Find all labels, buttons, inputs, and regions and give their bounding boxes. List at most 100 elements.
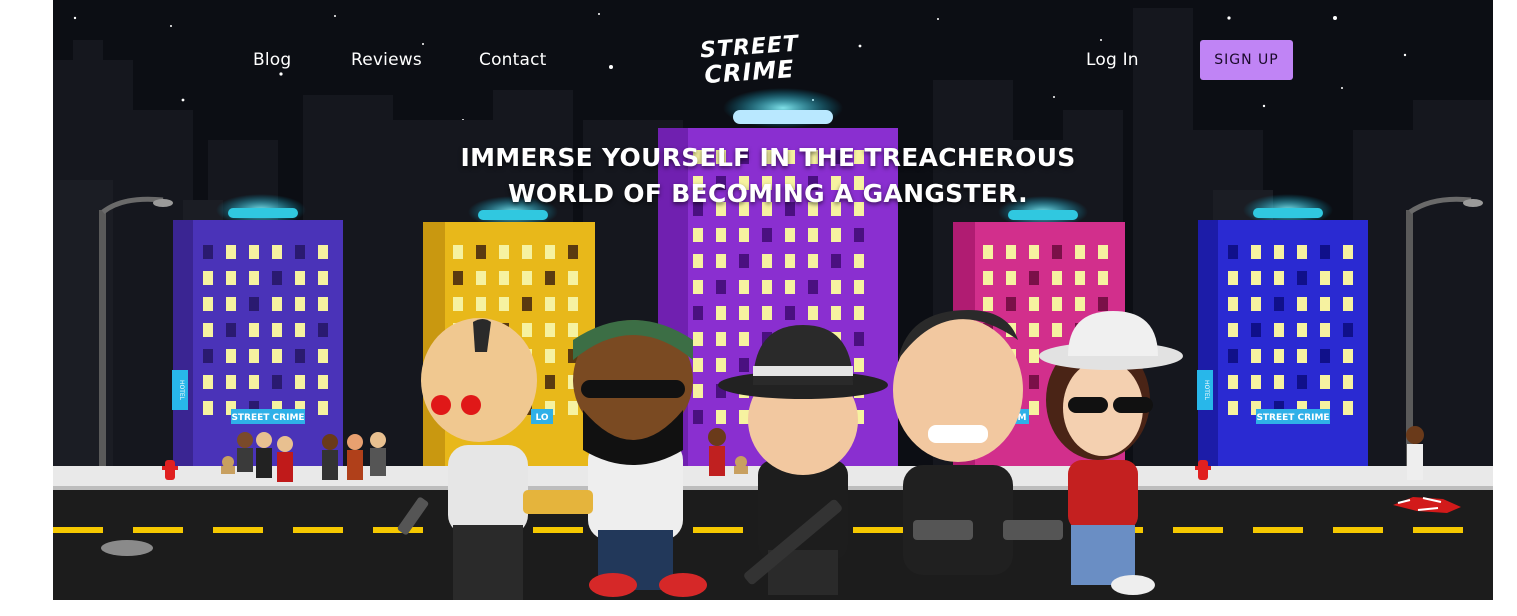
window [983, 245, 993, 259]
window [249, 245, 259, 259]
lane-mark [1253, 527, 1303, 533]
window [1228, 323, 1238, 337]
window [1320, 271, 1330, 285]
window [318, 375, 328, 389]
window [716, 410, 726, 424]
hero-headline-line-1: IMMERSE YOURSELF IN THE TREACHEROUS [460, 143, 1076, 172]
sign-up-button[interactable]: SIGN UP [1200, 40, 1293, 80]
window [318, 401, 328, 415]
window [762, 280, 772, 294]
window [203, 401, 213, 415]
lane-mark [693, 527, 743, 533]
window [545, 297, 555, 311]
hero-banner: HOTEL HOTEL STREET CRIME STREET CRIME LO… [53, 0, 1493, 600]
nav-link-reviews[interactable]: Reviews [351, 50, 422, 70]
window [1029, 271, 1039, 285]
window [739, 254, 749, 268]
city-scene-illustration: HOTEL HOTEL STREET CRIME STREET CRIME LO… [53, 0, 1493, 600]
lane-mark [213, 527, 263, 533]
window [476, 271, 486, 285]
window [226, 271, 236, 285]
login-link[interactable]: Log In [1086, 50, 1139, 70]
window [1098, 297, 1108, 311]
window [203, 323, 213, 337]
window [1274, 375, 1284, 389]
window [1297, 323, 1307, 337]
window [1320, 349, 1330, 363]
svg-text:STREET CRIME: STREET CRIME [231, 413, 304, 423]
window [1228, 245, 1238, 259]
lane-mark [1173, 527, 1223, 533]
window [831, 228, 841, 242]
window [808, 228, 818, 242]
window [1297, 245, 1307, 259]
window [1251, 297, 1261, 311]
window [1251, 271, 1261, 285]
window [854, 228, 864, 242]
window [249, 349, 259, 363]
manhole-cover [101, 540, 153, 556]
lane-mark [1413, 527, 1463, 533]
window [1297, 297, 1307, 311]
window [716, 228, 726, 242]
window [762, 228, 772, 242]
window [1297, 271, 1307, 285]
window [693, 410, 703, 424]
window [318, 323, 328, 337]
window [318, 349, 328, 363]
window [1098, 271, 1108, 285]
lane-mark [133, 527, 183, 533]
street-crime-logo[interactable]: STREET CRIME [690, 28, 810, 88]
window [318, 297, 328, 311]
window [1228, 297, 1238, 311]
window [568, 323, 578, 337]
window [522, 323, 532, 337]
lane-mark [1333, 527, 1383, 533]
window [716, 280, 726, 294]
street-crime-sign-right: STREET CRIME [1256, 409, 1330, 424]
window [1320, 375, 1330, 389]
window [545, 349, 555, 363]
window [1052, 271, 1062, 285]
window [203, 297, 213, 311]
window [1251, 375, 1261, 389]
window [453, 245, 463, 259]
window [476, 245, 486, 259]
window [522, 271, 532, 285]
window [1274, 271, 1284, 285]
window [453, 297, 463, 311]
window [545, 323, 555, 337]
window [1075, 271, 1085, 285]
window [693, 228, 703, 242]
window [831, 280, 841, 294]
window [1343, 323, 1353, 337]
window [1274, 349, 1284, 363]
svg-text:LO: LO [535, 413, 548, 423]
window [762, 254, 772, 268]
window [1343, 245, 1353, 259]
window [1228, 401, 1238, 415]
window [568, 297, 578, 311]
nav-link-contact[interactable]: Contact [479, 50, 547, 70]
window [1343, 297, 1353, 311]
window [1052, 297, 1062, 311]
window [272, 271, 282, 285]
hotel-sign-left: HOTEL [172, 370, 188, 410]
window [693, 332, 703, 346]
window [693, 254, 703, 268]
window [716, 254, 726, 268]
window [854, 280, 864, 294]
nav-link-blog[interactable]: Blog [253, 50, 291, 70]
window [476, 297, 486, 311]
window [1029, 245, 1039, 259]
window [739, 228, 749, 242]
window [1228, 375, 1238, 389]
window [568, 245, 578, 259]
window [499, 271, 509, 285]
window [226, 375, 236, 389]
window [499, 245, 509, 259]
window [272, 245, 282, 259]
window [1006, 245, 1016, 259]
window [854, 358, 864, 372]
window [1006, 271, 1016, 285]
